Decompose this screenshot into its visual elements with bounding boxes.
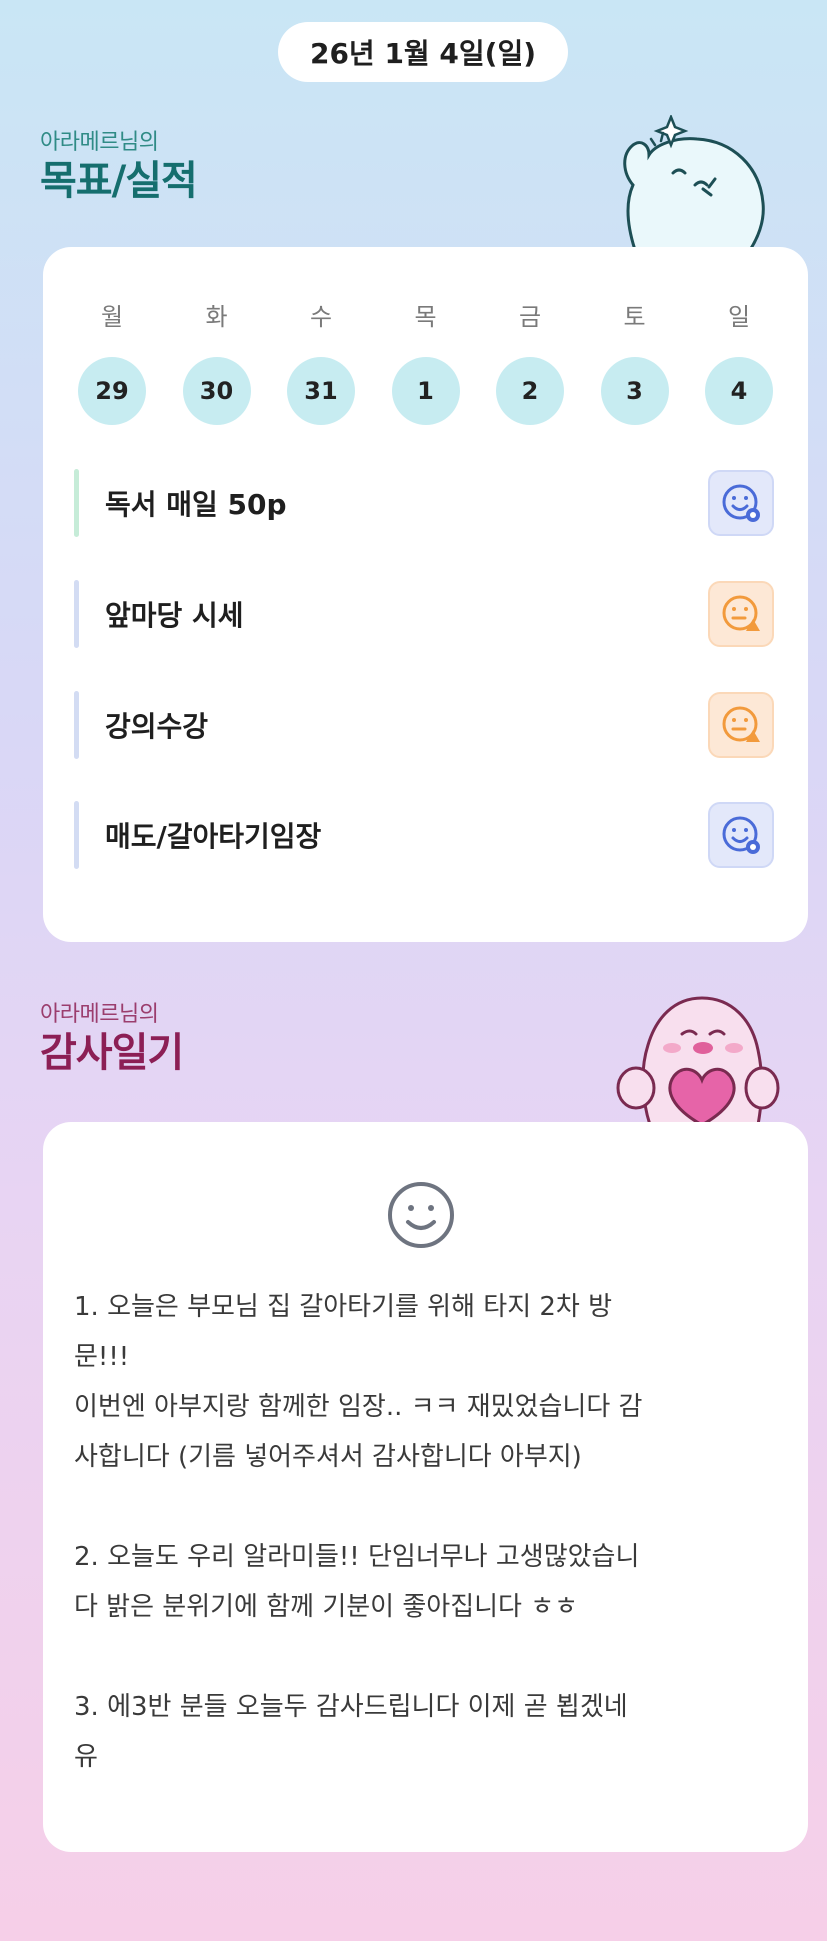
weekday-label: 일 <box>727 303 751 331</box>
thanks-subtitle: 아라메르님의 <box>40 1002 159 1027</box>
goal-row[interactable]: 앞마당 시세 <box>74 580 774 648</box>
heart-mascot-icon <box>616 996 780 1125</box>
date-label: 26년 1월 4일(일) <box>309 37 537 70</box>
goal-indicator-bar <box>74 801 79 869</box>
day-button[interactable]: 2 <box>496 357 564 425</box>
thanks-title: 감사일기 <box>40 1030 184 1076</box>
smile-face-icon <box>388 1182 454 1248</box>
goal-label: 강의수강 <box>105 710 209 743</box>
weekday-label: 월 <box>100 303 124 331</box>
weekday-label: 목 <box>414 303 437 331</box>
smile-status-icon <box>722 484 760 522</box>
day-button[interactable]: 29 <box>78 357 146 425</box>
day-button[interactable]: 1 <box>391 357 460 425</box>
goal-status-button[interactable] <box>708 470 774 536</box>
goal-row[interactable]: 매도/갈아타기임장 <box>74 801 774 869</box>
goals-card: 월 화 수 목 금 토 일 29 30 31 1 2 3 4 독서 매일 50p… <box>43 247 808 942</box>
goals-title: 목표/실적 <box>40 158 198 204</box>
goal-status-button[interactable] <box>708 802 774 868</box>
weekday-label: 금 <box>518 303 542 331</box>
goal-label: 매도/갈아타기임장 <box>105 820 322 853</box>
day-button[interactable]: 4 <box>705 357 773 425</box>
goal-label: 앞마당 시세 <box>105 599 244 632</box>
goal-label: 독서 매일 50p <box>105 488 287 521</box>
goal-status-button[interactable] <box>708 692 774 758</box>
goal-indicator-bar <box>74 691 79 759</box>
weekday-label: 수 <box>309 303 333 331</box>
goal-status-button[interactable] <box>708 581 774 647</box>
date-pill[interactable]: 26년 1월 4일(일) <box>278 22 568 82</box>
weekday-label: 화 <box>205 303 228 331</box>
weekday-label: 토 <box>623 303 646 331</box>
day-button[interactable]: 30 <box>182 357 251 425</box>
gratitude-journal-text: 1. 오늘은 부모님 집 갈아타기를 위해 타지 2차 방 문!!! 이번엔 아… <box>74 1292 643 1772</box>
meh-warning-icon <box>722 706 760 742</box>
meh-warning-icon <box>722 595 760 631</box>
thanks-section-header: 아라메르님의 감사일기 <box>40 996 184 1076</box>
goal-row[interactable]: 강의수강 <box>74 691 774 759</box>
day-button[interactable]: 3 <box>600 357 669 425</box>
goals-section-header: 아라메르님의 목표/실적 <box>40 124 198 204</box>
day-button[interactable]: 31 <box>287 357 355 425</box>
smile-status-icon <box>722 816 760 854</box>
weekday-labels: 월 화 수 목 금 토 일 <box>78 297 773 332</box>
week-day-selector: 29 30 31 1 2 3 4 <box>78 357 773 425</box>
goal-indicator-bar <box>74 469 79 537</box>
thanks-card: 1. 오늘은 부모님 집 갈아타기를 위해 타지 2차 방 문!!! 이번엔 아… <box>43 1122 808 1852</box>
goal-indicator-bar <box>74 580 79 648</box>
goals-subtitle: 아라메르님의 <box>40 130 159 155</box>
ghost-mascot-icon <box>623 115 765 250</box>
goal-row[interactable]: 독서 매일 50p <box>74 469 774 537</box>
